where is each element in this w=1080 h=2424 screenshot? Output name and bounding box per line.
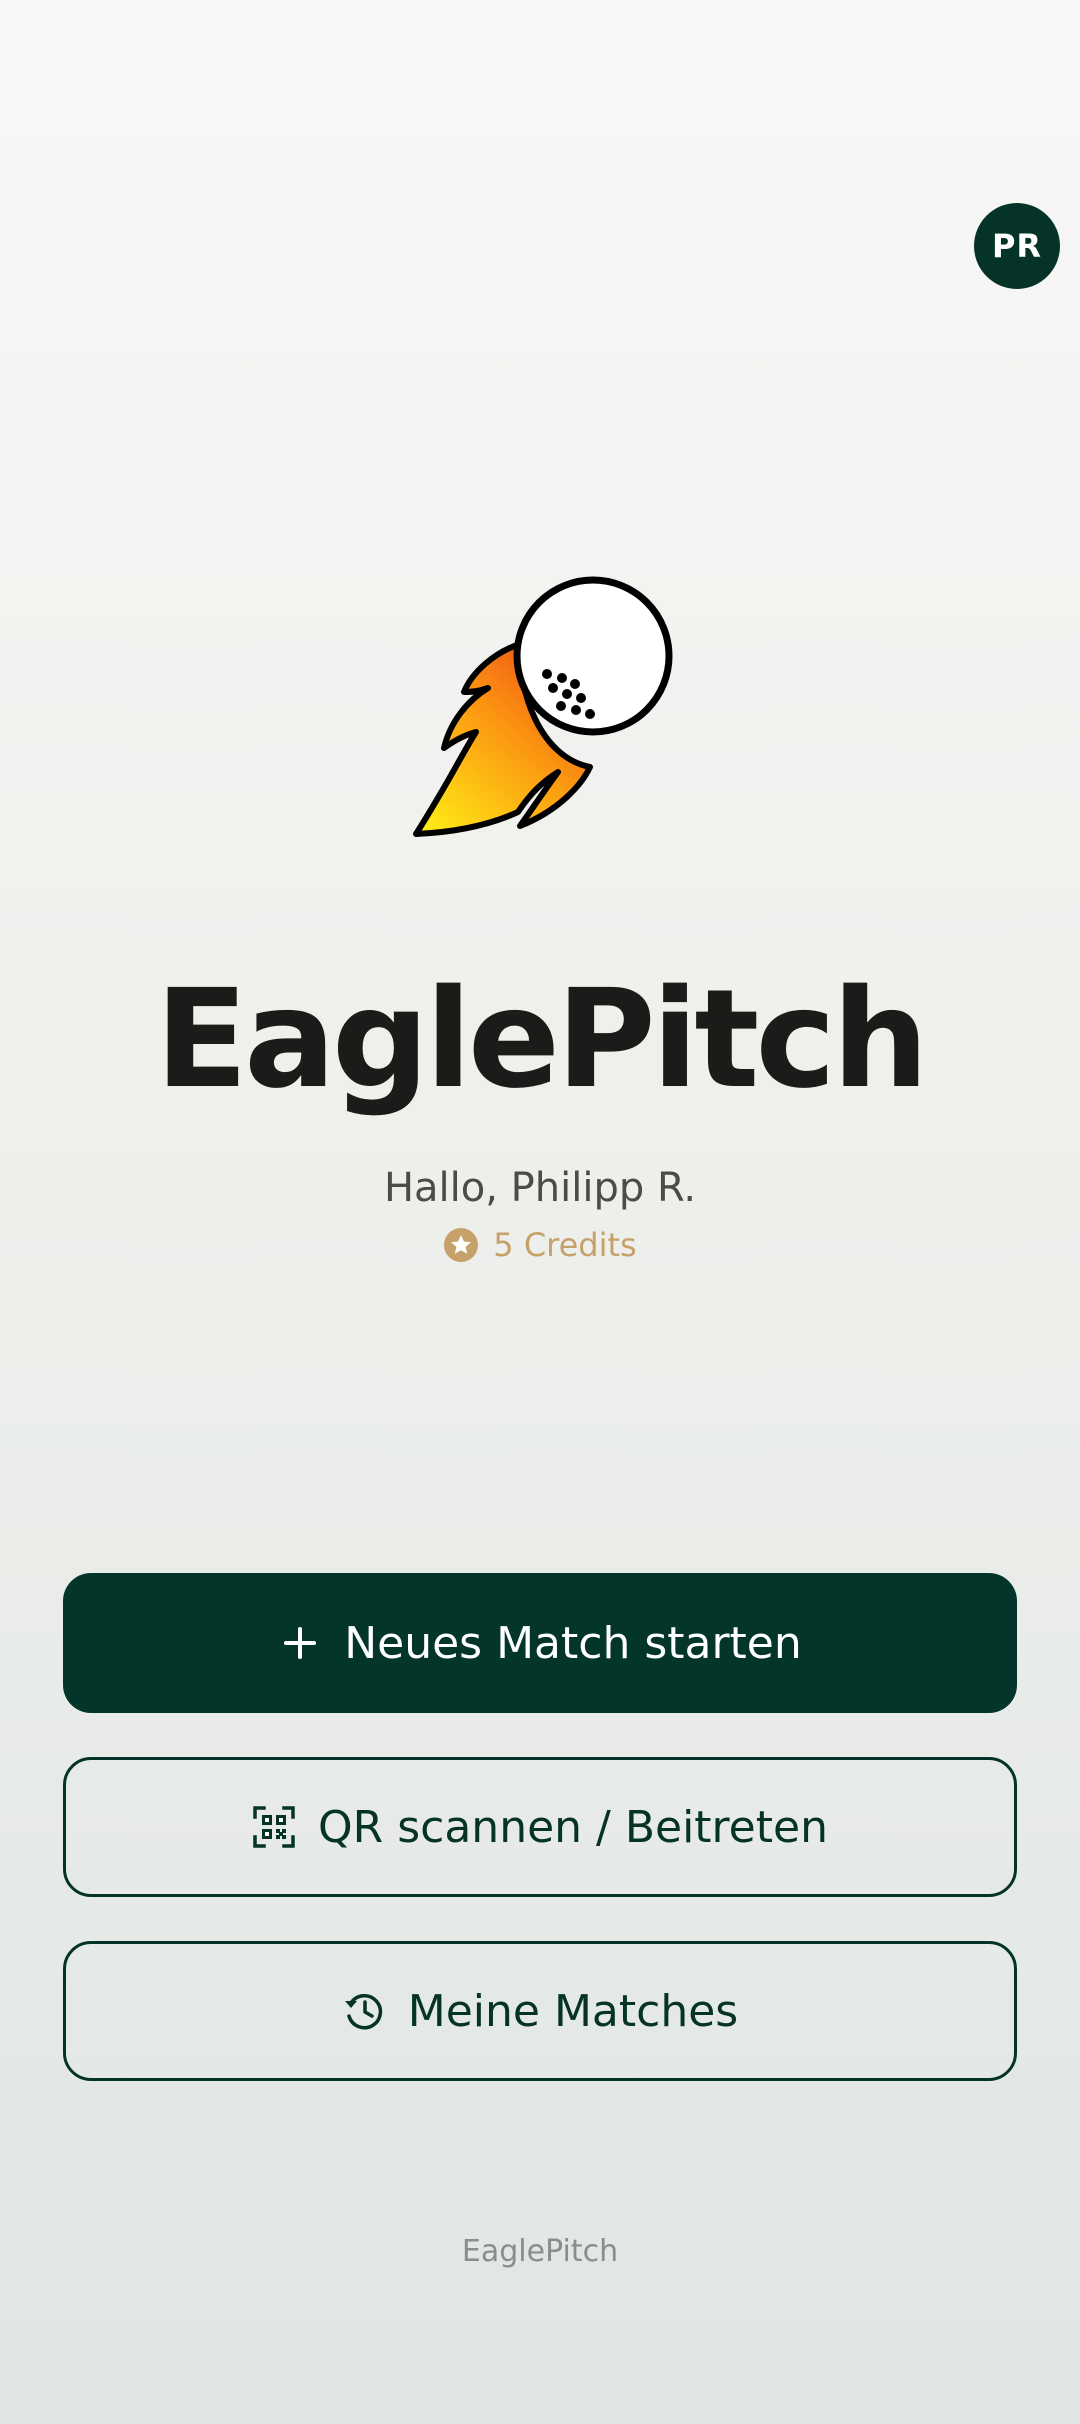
plus-icon bbox=[284, 1627, 317, 1659]
flaming-golf-ball-icon bbox=[413, 576, 673, 837]
user-avatar[interactable]: PR bbox=[974, 203, 1060, 289]
app-title: EaglePitch bbox=[155, 961, 929, 1119]
new-match-label: Neues Match starten bbox=[344, 1617, 802, 1669]
scan-qr-button[interactable]: QR scannen / Beitreten bbox=[63, 1757, 1017, 1897]
history-icon bbox=[344, 1993, 382, 2030]
credits-badge: 5 Credits bbox=[0, 1226, 1080, 1264]
qr-code-icon bbox=[253, 1806, 295, 1848]
credits-label: 5 Credits bbox=[493, 1226, 637, 1264]
new-match-button[interactable]: Neues Match starten bbox=[63, 1573, 1017, 1713]
my-matches-button[interactable]: Meine Matches bbox=[63, 1941, 1017, 2081]
greeting-text: Hallo, Philipp R. bbox=[383, 1165, 697, 1211]
star-icon bbox=[444, 1228, 479, 1262]
scan-qr-label: QR scannen / Beitreten bbox=[318, 1801, 828, 1853]
footer-brand: EaglePitch bbox=[461, 2234, 619, 2269]
my-matches-label: Meine Matches bbox=[407, 1985, 739, 2037]
